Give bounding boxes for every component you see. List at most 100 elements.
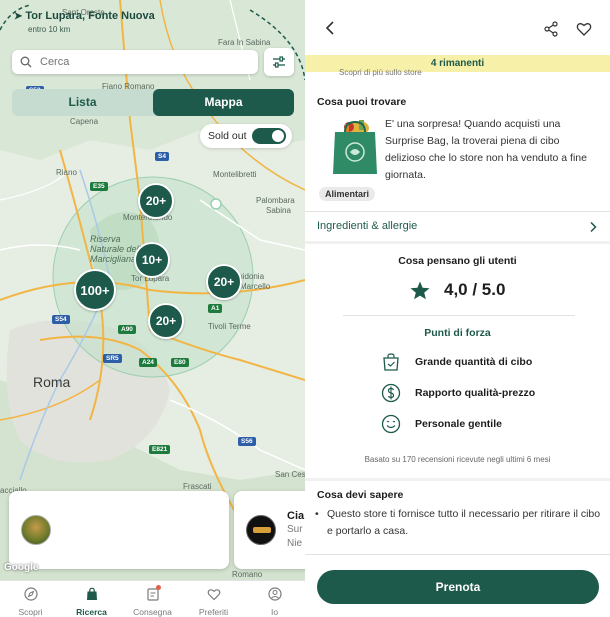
store-card-line: Sur <box>287 524 303 535</box>
notification-dot <box>156 585 161 590</box>
profile-icon <box>267 587 282 601</box>
strength-label: Rapporto qualità-prezzo <box>415 387 536 399</box>
filter-sliders-icon <box>273 56 285 68</box>
heart-icon <box>207 589 220 601</box>
highway-shield: A90 <box>118 325 136 334</box>
section-title-what: Cosa puoi trovare <box>317 96 407 108</box>
sold-out-label: Sold out <box>208 130 247 142</box>
location-name: Tor Lupara, Fonte Nuova <box>25 10 155 22</box>
divider <box>305 211 610 212</box>
map-label-frascati: Frascati <box>183 482 212 491</box>
highway-shield: A24 <box>139 358 157 367</box>
map-label-tivoli: Tivoli Terme <box>208 322 251 331</box>
map-label-marcello: Marcello <box>240 282 271 291</box>
location-radius: entro 10 km <box>28 25 71 34</box>
store-card-name: Cia <box>287 510 305 522</box>
detail-screen: 4 rimanenti Scopri di più sullo store Co… <box>305 0 610 617</box>
chevron-right-icon[interactable] <box>589 221 597 233</box>
rating-display: 4,0 / 5.0 <box>305 280 610 300</box>
sold-out-filter[interactable]: Sold out <box>200 124 292 148</box>
star-icon <box>410 281 430 299</box>
reviews-title: Cosa pensano gli utenti <box>398 255 517 267</box>
location-title[interactable]: ➤ Tor Lupara, Fonte Nuova <box>14 10 155 22</box>
back-arrow-icon[interactable] <box>323 20 337 36</box>
google-logo: Google <box>4 562 39 573</box>
bag-quantity-icon <box>383 353 399 371</box>
ingredients-link[interactable]: Ingredienti & allergie <box>317 220 417 232</box>
store-card[interactable] <box>9 491 229 569</box>
tab-io[interactable]: Io <box>244 583 305 617</box>
tab-ricerca[interactable]: Ricerca <box>61 583 122 617</box>
map-label-sancesareo: San Ces <box>275 470 305 479</box>
store-card-line: Nie <box>287 538 303 549</box>
navigation-arrow-icon: ➤ <box>14 11 23 22</box>
tab-label: Io <box>270 607 279 617</box>
category-chip: Alimentari <box>319 187 376 201</box>
strengths-title: Punti di forza <box>424 327 491 339</box>
store-card[interactable]: Cia Sur Nie <box>234 491 305 569</box>
map-screen: Sant Oreste Fara In Sabina Fiano Romano … <box>0 0 305 617</box>
rating-value: 4,0 / 5.0 <box>444 280 506 299</box>
search-icon <box>20 56 32 68</box>
map-label-sabina: Sabina <box>266 206 291 215</box>
highway-shield: S56 <box>238 437 256 446</box>
highway-shield: S54 <box>52 315 70 324</box>
highway-shield: S4 <box>155 152 169 161</box>
sub-banner-text: Scopri di più sullo store <box>339 68 422 77</box>
filter-button[interactable] <box>264 48 294 76</box>
share-icon[interactable] <box>543 21 559 37</box>
smiley-face-icon <box>381 414 401 434</box>
favorite-heart-icon[interactable] <box>576 21 592 36</box>
view-toggle: Lista Mappa <box>12 89 294 116</box>
dollar-coin-icon <box>381 383 401 403</box>
view-toggle-lista[interactable]: Lista <box>12 89 153 116</box>
tab-label: Scopri <box>18 607 43 617</box>
tab-consegna[interactable]: Consegna <box>122 583 183 617</box>
highway-shield: E821 <box>149 445 171 454</box>
what-description: E' una sorpresa! Quando acquisti una Sur… <box>385 118 587 181</box>
map-label-fara: Fara In Sabina <box>218 38 271 47</box>
tab-preferiti[interactable]: Preferiti <box>183 583 244 617</box>
section-title-know: Cosa devi sapere <box>317 489 404 501</box>
highway-shield: A1 <box>208 304 223 313</box>
app-root: Sant Oreste Fara In Sabina Fiano Romano … <box>0 0 610 617</box>
know-text: Questo store ti fornisce tutto il necess… <box>327 508 601 537</box>
map-label-roma: Roma <box>33 374 71 390</box>
map-label-capena: Capena <box>70 117 99 126</box>
view-toggle-mappa[interactable]: Mappa <box>153 89 294 116</box>
surprise-bag-illustration <box>333 120 377 174</box>
reviews-count-note: Basato su 170 recensioni ricevute negli … <box>364 455 551 464</box>
map-cluster-marker[interactable]: 20+ <box>138 183 174 219</box>
store-logo <box>246 515 276 545</box>
map-cluster-marker[interactable]: 10+ <box>134 242 170 278</box>
map-label-riano: Riano <box>56 168 77 177</box>
map-view[interactable]: Sant Oreste Fara In Sabina Fiano Romano … <box>0 0 305 580</box>
highway-shield: SR5 <box>103 354 122 363</box>
strength-label: Grande quantità di cibo <box>415 356 533 368</box>
tab-label: Preferiti <box>198 607 229 617</box>
search-input[interactable] <box>40 56 240 68</box>
divider <box>343 315 575 316</box>
bullet-icon: • <box>315 508 319 520</box>
strength-item: Personale gentile <box>381 413 502 435</box>
compass-icon <box>23 587 38 601</box>
map-label-palombara: Palombara <box>256 196 295 205</box>
map-cluster-marker[interactable]: 20+ <box>206 264 242 300</box>
reserve-button[interactable]: Prenota <box>317 570 599 604</box>
strength-item: Rapporto qualità-prezzo <box>381 382 535 404</box>
divider <box>305 554 610 555</box>
map-cluster-marker[interactable]: 20+ <box>148 303 184 339</box>
map-cluster-marker[interactable]: 100+ <box>74 269 116 311</box>
store-logo <box>21 515 51 545</box>
map-label-montelibretti: Montelibretti <box>213 170 257 179</box>
divider <box>305 241 610 244</box>
search-bar[interactable] <box>12 50 258 74</box>
sold-out-toggle[interactable] <box>252 128 286 144</box>
highway-shield: E80 <box>171 358 189 367</box>
map-label-romano: Romano <box>232 570 263 579</box>
divider <box>305 478 610 481</box>
strength-item: Grande quantità di cibo <box>381 351 532 373</box>
tab-scopri[interactable]: Scopri <box>0 583 61 617</box>
detail-topbar <box>305 0 610 55</box>
shopping-bag-icon <box>86 587 97 600</box>
